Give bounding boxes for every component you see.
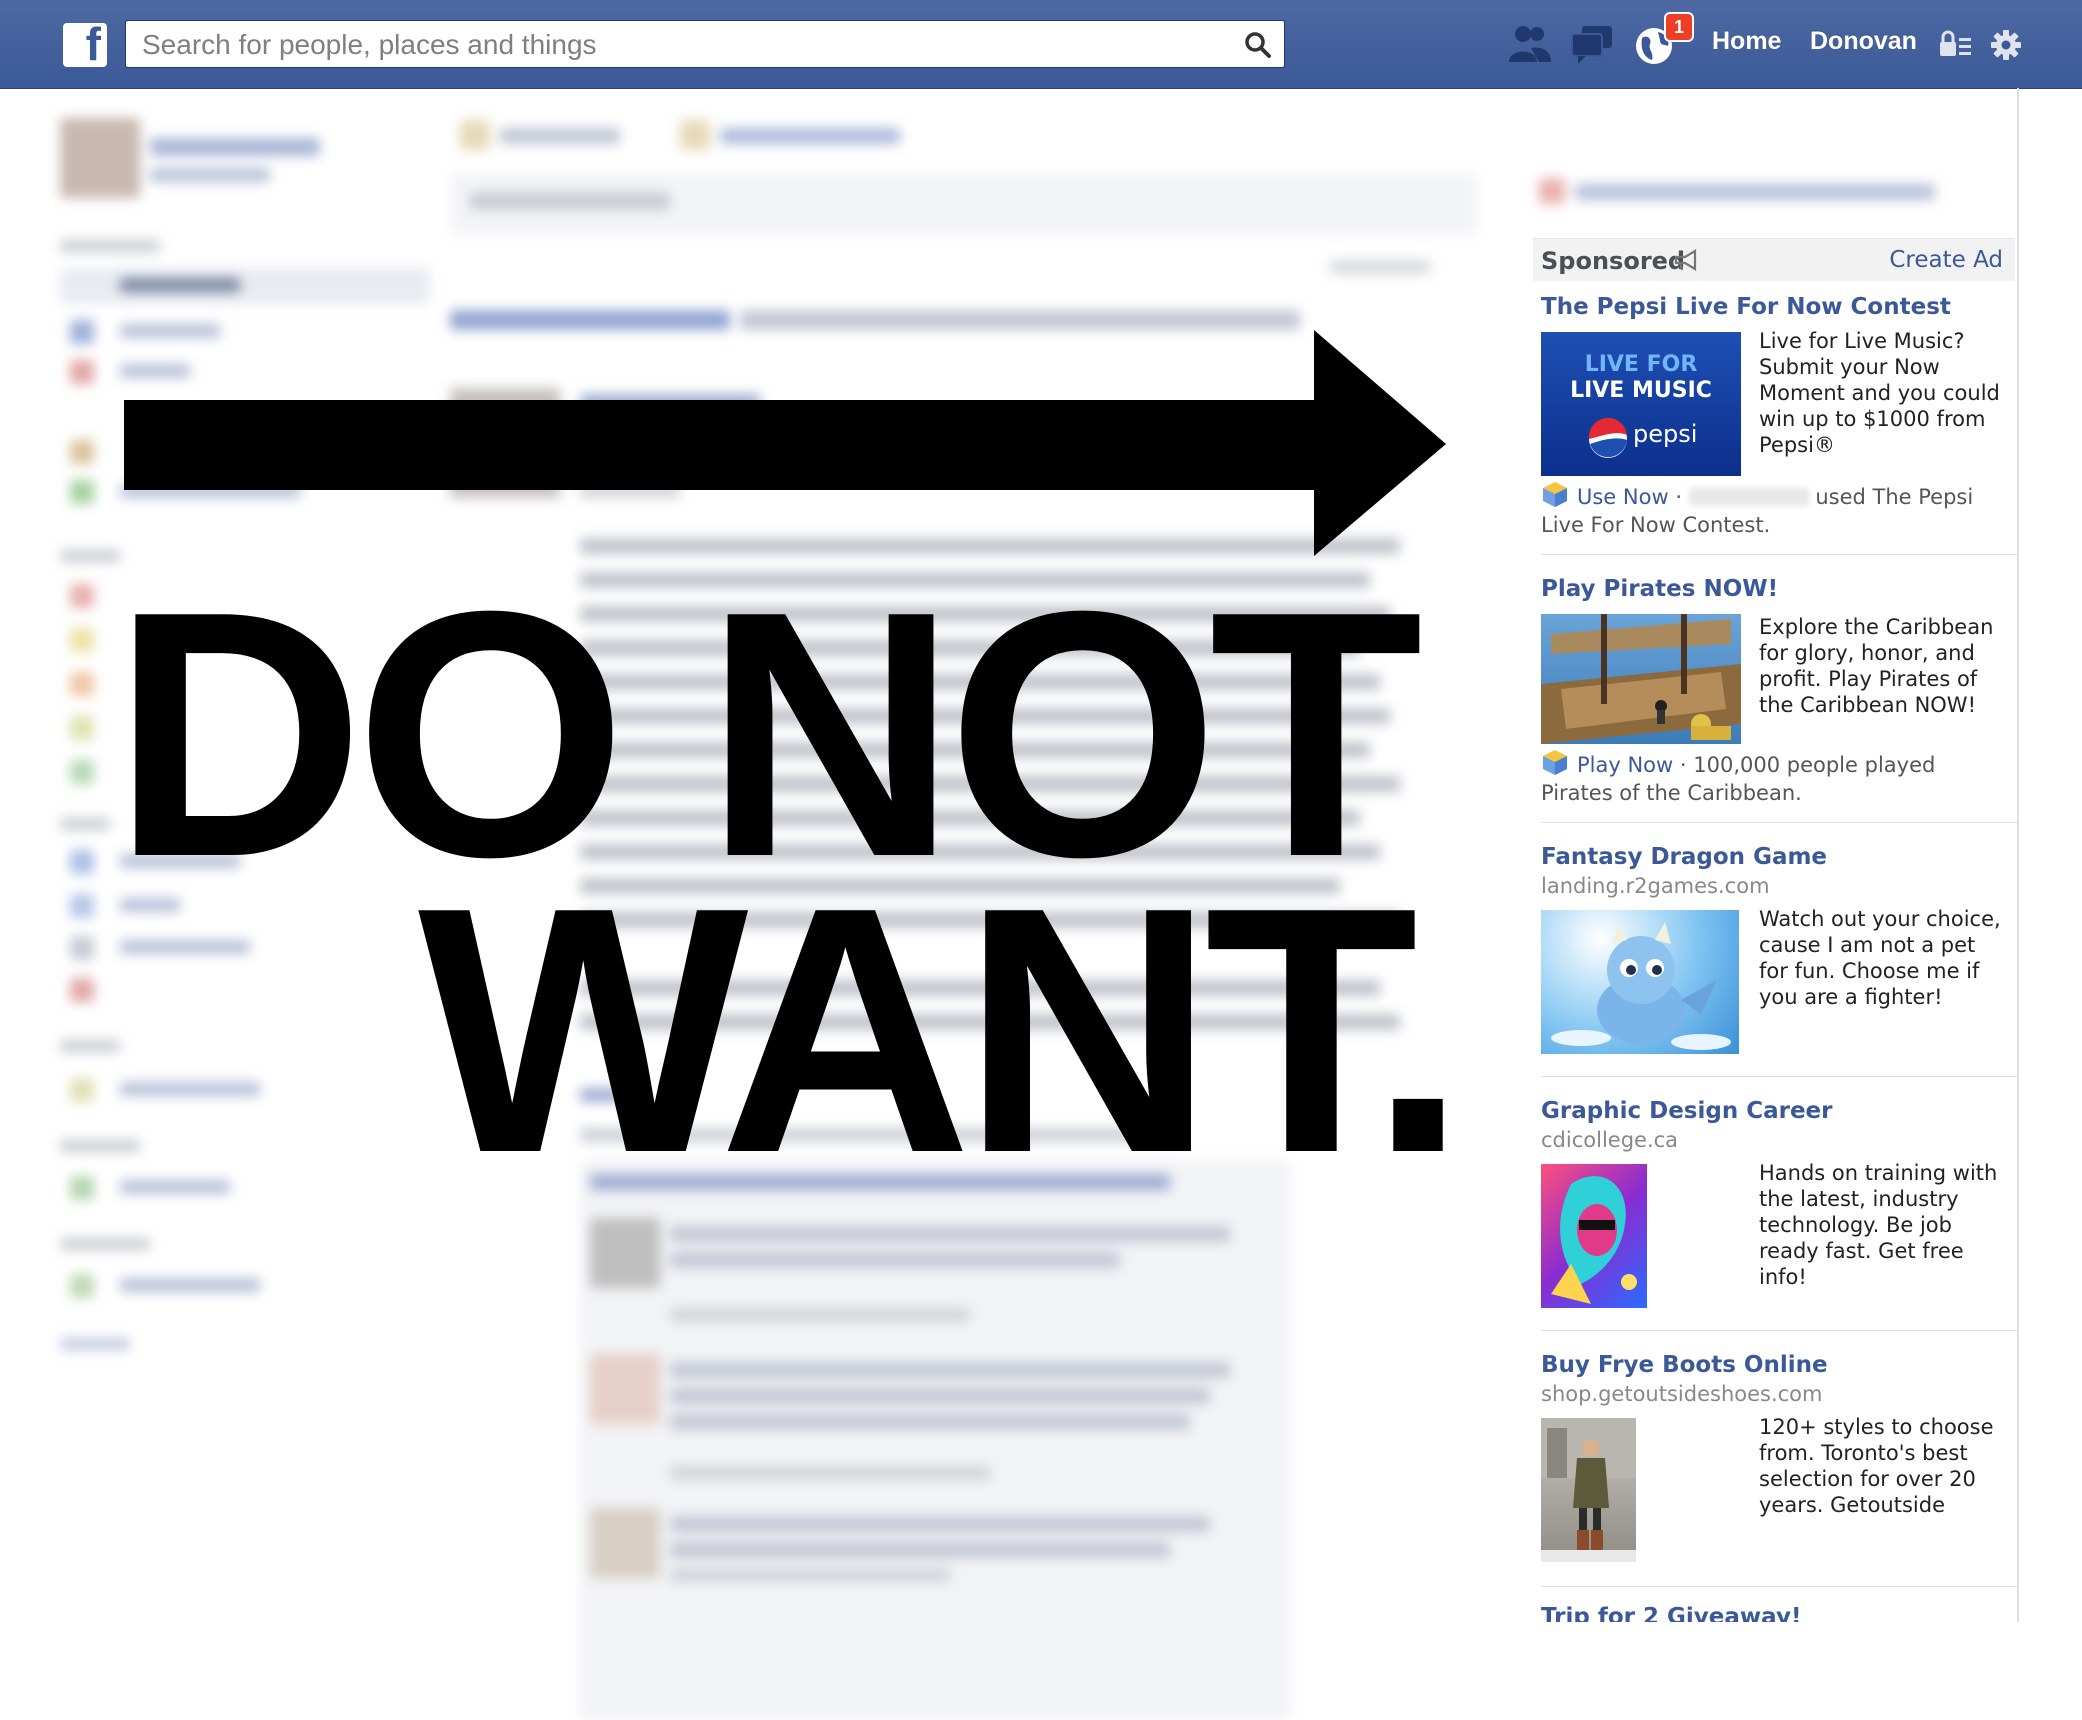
ad-frye-boots[interactable]: Buy Frye Boots Online shop.getoutsidesho…	[1541, 1352, 2011, 1584]
ad-title[interactable]: Buy Frye Boots Online	[1541, 1352, 1828, 1378]
pop-art-portrait-illustration	[1551, 1176, 1637, 1304]
search-icon[interactable]	[1244, 31, 1272, 59]
nav-home-link[interactable]: Home	[1712, 27, 1781, 56]
friend-name-blurred	[1688, 488, 1809, 506]
ad-pepsi[interactable]: The Pepsi Live For Now Contest LIVE FOR …	[1541, 294, 2011, 544]
settings-gear-icon[interactable]	[1990, 29, 2022, 61]
play-now-link[interactable]: Play Now	[1577, 753, 1673, 777]
right-column-divider	[2017, 88, 2019, 1622]
want-overlay-text: WANT.	[418, 835, 1467, 1226]
pirate-ship-illustration	[1541, 614, 1741, 744]
create-ad-link[interactable]: Create Ad	[1889, 247, 2003, 273]
ad-title[interactable]: Fantasy Dragon Game	[1541, 844, 1827, 870]
messages-icon[interactable]	[1568, 22, 1616, 66]
woman-in-boots-photo	[1541, 1418, 1636, 1562]
ad-graphic-design[interactable]: Graphic Design Career cdicollege.ca Hand…	[1541, 1098, 2011, 1330]
ad-title[interactable]: The Pepsi Live For Now Contest	[1541, 294, 1951, 320]
ad-image-text-1: LIVE FOR	[1584, 352, 1698, 377]
ad-separator	[1541, 1586, 2017, 1587]
ad-footer: Play Now · 100,000 people played Pirates…	[1541, 748, 2011, 807]
ad-body: Hands on training with the latest, indus…	[1759, 1161, 1998, 1289]
facebook-logo-icon[interactable]: f	[63, 18, 107, 70]
ad-image-brand: pepsi	[1633, 420, 1698, 448]
logo-letter: f	[85, 18, 101, 70]
ad-separator	[1541, 1076, 2017, 1077]
ad-body: Live for Live Music? Submit your Now Mom…	[1759, 329, 2000, 457]
baby-dragon-illustration	[1551, 922, 1731, 1050]
notification-badge: 1	[1664, 12, 1694, 42]
ad-image-boots[interactable]	[1541, 1418, 1636, 1562]
ad-pirates[interactable]: Play Pirates NOW! Explore the Caribbean …	[1541, 576, 2011, 826]
top-bar: f 1 Home Donovan	[0, 0, 2082, 89]
ad-image-dragon[interactable]	[1541, 910, 1739, 1054]
ad-body: 120+ styles to choose from. Toronto's be…	[1759, 1415, 1994, 1517]
megaphone-icon	[1674, 249, 1697, 271]
sponsored-header: Sponsored Create Ad	[1533, 238, 2015, 281]
ad-body: Explore the Caribbean for glory, honor, …	[1759, 615, 1994, 717]
app-cube-icon	[1543, 482, 1567, 507]
app-cube-icon	[1543, 750, 1567, 775]
ad-separator	[1541, 1330, 2017, 1331]
ad-fantasy-dragon[interactable]: Fantasy Dragon Game landing.r2games.com …	[1541, 844, 2011, 1076]
use-now-link[interactable]: Use Now	[1577, 485, 1669, 509]
ad-separator	[1541, 554, 2017, 555]
friend-requests-icon[interactable]	[1505, 22, 1553, 66]
ad-image-text-2: LIVE MUSIC	[1570, 378, 1712, 403]
ad-body: Watch out your choice, cause I am not a …	[1759, 907, 2001, 1009]
search-input[interactable]	[140, 27, 1224, 63]
reminder-strip-blurred	[1535, 172, 2015, 212]
pepsi-globe-icon	[1588, 418, 1627, 458]
ad-image-graphic-art[interactable]	[1541, 1164, 1647, 1308]
privacy-shortcuts-icon[interactable]	[1938, 28, 1972, 62]
search-box[interactable]	[125, 20, 1285, 68]
sponsored-label: Sponsored	[1541, 247, 1686, 275]
ad-trip-giveaway[interactable]: Trip for 2 Giveaway!	[1541, 1604, 2011, 1622]
right-arrow-overlay	[124, 330, 1446, 556]
ad-separator	[1541, 822, 2017, 823]
ad-url: landing.r2games.com	[1541, 874, 1770, 898]
ad-footer: Use Now · used The Pepsi Live For Now Co…	[1541, 480, 2011, 539]
ad-url: shop.getoutsideshoes.com	[1541, 1382, 1823, 1406]
ad-title[interactable]: Play Pirates NOW!	[1541, 576, 1778, 602]
ad-title[interactable]: Graphic Design Career	[1541, 1098, 1833, 1124]
ad-title[interactable]: Trip for 2 Giveaway!	[1541, 1604, 1801, 1622]
nav-profile-link[interactable]: Donovan	[1810, 27, 1917, 56]
ad-image-pepsi[interactable]: LIVE FOR LIVE MUSIC pepsi	[1541, 332, 1741, 476]
ad-url: cdicollege.ca	[1541, 1128, 1679, 1152]
ad-image-pirate-ship[interactable]	[1541, 614, 1741, 744]
